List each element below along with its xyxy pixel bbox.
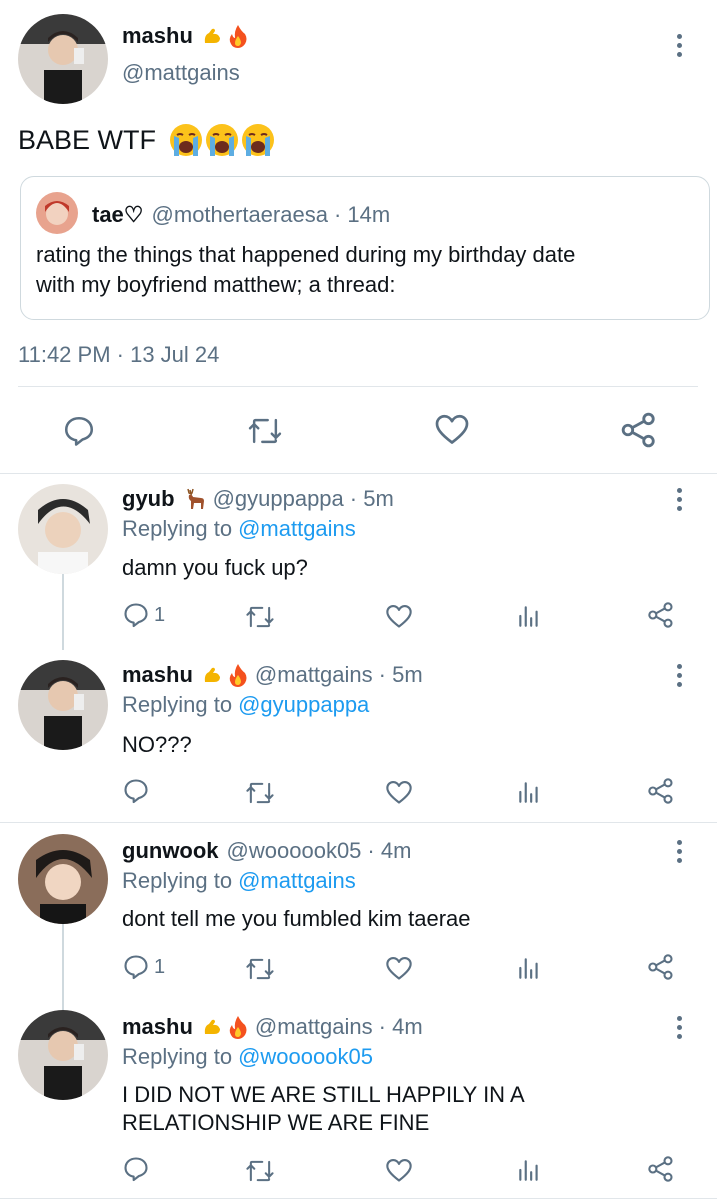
replying-prefix: Replying to (122, 516, 233, 541)
reply-time: · 4m (378, 1014, 423, 1039)
handle[interactable]: @mattgains (255, 1014, 373, 1040)
retweet-icon[interactable] (244, 955, 276, 983)
display-name[interactable]: mashu (122, 23, 193, 49)
reply-time: · 4m (367, 838, 412, 863)
analytics-icon[interactable] (516, 778, 542, 806)
more-options-icon[interactable] (677, 840, 683, 867)
main-tweet-body: BABE WTF (18, 124, 157, 155)
replying-to: Replying to @gyuppappa (122, 692, 369, 718)
retweet-icon[interactable] (244, 779, 276, 807)
reply-count: 1 (154, 955, 166, 978)
divider (0, 473, 717, 474)
flexed-biceps-icon (201, 25, 223, 47)
more-options-icon[interactable] (677, 34, 683, 61)
retweet-icon[interactable] (244, 1157, 276, 1185)
quoted-handle: @mothertaeraesa (151, 202, 328, 227)
reply-time: · 5m (349, 486, 394, 511)
reply-text: NO??? (122, 732, 192, 757)
main-tweet-text: BABE WTF (18, 122, 276, 158)
analytics-icon[interactable] (516, 1156, 542, 1184)
handle[interactable]: @mattgains (255, 662, 373, 688)
reply-icon[interactable] (122, 953, 150, 981)
reply-text: dont tell me you fumbled kim taerae (122, 906, 471, 931)
reply-text-line1: I DID NOT WE ARE STILL HAPPILY IN A (122, 1082, 525, 1107)
quoted-tweet-header: tae♡ @mothertaeraesa · 14m (92, 202, 390, 228)
like-icon[interactable] (385, 954, 413, 982)
replying-prefix: Replying to (122, 1044, 233, 1069)
reply-header: gyub @gyuppappa · 5m (122, 486, 394, 512)
display-name[interactable]: mashu (122, 1014, 193, 1040)
avatar-gyub[interactable] (18, 484, 108, 574)
retweet-icon[interactable] (246, 414, 284, 448)
more-options-icon[interactable] (677, 664, 683, 691)
reply-action-reply[interactable]: 1 (122, 953, 165, 981)
replying-prefix: Replying to (122, 868, 233, 893)
avatar-mashu[interactable] (18, 14, 108, 104)
deer-icon (183, 487, 207, 511)
reply-icon[interactable] (62, 414, 96, 448)
like-icon[interactable] (385, 778, 413, 806)
share-icon[interactable] (647, 601, 675, 629)
reply-time: · 5m (378, 662, 423, 687)
like-icon[interactable] (385, 602, 413, 630)
fire-icon (227, 24, 249, 48)
reply-header: mashu @mattgains · 5m (122, 662, 423, 688)
reply-text: damn you fuck up? (122, 555, 308, 580)
share-icon[interactable] (647, 777, 675, 805)
replying-to-link[interactable]: @mattgains (238, 516, 356, 542)
reply-text-line2: RELATIONSHIP WE ARE FINE (122, 1110, 430, 1135)
divider (0, 1198, 717, 1199)
thread-connector (62, 924, 64, 1010)
flexed-biceps-icon (201, 664, 223, 686)
more-options-icon[interactable] (677, 1016, 683, 1043)
quoted-text-line2: with my boyfriend matthew; a thread: (36, 272, 396, 297)
handle[interactable]: @woooook05 (227, 838, 362, 864)
reply-icon[interactable] (122, 777, 150, 805)
more-options-icon[interactable] (677, 488, 683, 515)
reply-icon[interactable] (122, 1155, 150, 1183)
avatar-gunwook[interactable] (18, 834, 108, 924)
reply-count: 1 (154, 603, 166, 626)
divider (18, 386, 698, 387)
display-name[interactable]: mashu (122, 662, 193, 688)
replying-to-link[interactable]: @woooook05 (238, 1044, 373, 1070)
retweet-icon[interactable] (244, 603, 276, 631)
flexed-biceps-icon (201, 1016, 223, 1038)
avatar-mashu[interactable] (18, 1010, 108, 1100)
share-icon[interactable] (647, 1155, 675, 1183)
analytics-icon[interactable] (516, 954, 542, 982)
reply-header: gunwook @woooook05 · 4m (122, 838, 411, 864)
display-name[interactable]: gyub (122, 486, 175, 512)
replying-to-link[interactable]: @mattgains (238, 868, 356, 894)
like-icon[interactable] (434, 412, 470, 446)
reply-action-reply[interactable]: 1 (122, 601, 165, 629)
avatar-mashu[interactable] (18, 660, 108, 750)
handle[interactable]: @mattgains (122, 60, 240, 86)
fire-icon (227, 663, 249, 687)
display-name[interactable]: gunwook (122, 838, 219, 864)
main-tweet-header: mashu (122, 22, 249, 50)
tweet-timestamp: 11:42 PM · 13 Jul 24 (18, 342, 220, 367)
replying-prefix: Replying to (122, 692, 233, 717)
like-icon[interactable] (385, 1156, 413, 1184)
divider (0, 822, 717, 823)
loudly-crying-face-icon (168, 122, 276, 158)
reply-icon[interactable] (122, 601, 150, 629)
handle[interactable]: @gyuppappa (213, 486, 344, 512)
analytics-icon[interactable] (516, 602, 542, 630)
share-icon[interactable] (647, 953, 675, 981)
share-icon[interactable] (620, 411, 658, 449)
replying-to-link[interactable]: @gyuppappa (238, 692, 369, 718)
replying-to: Replying to @woooook05 (122, 1044, 373, 1070)
reply-header: mashu @mattgains · 4m (122, 1014, 423, 1040)
thread-connector (62, 574, 64, 650)
quoted-display-name: tae♡ (92, 202, 144, 227)
replying-to: Replying to @mattgains (122, 516, 356, 542)
quoted-text-line1: rating the things that happened during m… (36, 242, 576, 267)
replying-to: Replying to @mattgains (122, 868, 356, 894)
fire-icon (227, 1015, 249, 1039)
avatar-tae (36, 192, 78, 234)
quoted-time: · 14m (333, 202, 391, 227)
